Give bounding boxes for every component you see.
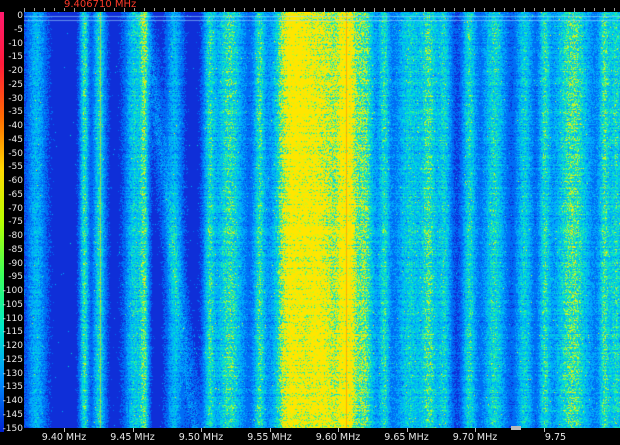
time-axis-label: -120: [2, 341, 23, 351]
time-axis-label: 0: [17, 11, 23, 21]
top-tick-mark: [464, 8, 465, 11]
top-tick-mark: [564, 8, 565, 11]
time-axis-label: -55: [8, 162, 23, 173]
top-tick-mark: [334, 8, 335, 11]
top-tick-mark: [64, 8, 65, 11]
top-tick-mark: [444, 8, 445, 11]
time-axis-label: -125: [2, 354, 23, 365]
top-tick-mark: [554, 8, 555, 11]
top-tick-mark: [584, 8, 585, 11]
time-axis-label: -90: [8, 258, 23, 269]
time-axis-label: -130: [2, 368, 23, 379]
frequency-axis-label: 9.60 MHz: [315, 432, 361, 443]
time-axis-label: -25: [8, 79, 23, 90]
top-tick-mark: [54, 8, 55, 11]
top-tick-mark: [234, 8, 235, 11]
time-axis-label: -105: [2, 299, 23, 310]
top-tick-mark: [604, 8, 605, 11]
time-axis-label: -135: [2, 382, 23, 393]
time-axis-label: -85: [8, 244, 23, 255]
top-tick-mark: [304, 8, 305, 11]
top-tick-mark: [164, 8, 165, 11]
time-axis-label: -20: [8, 66, 23, 76]
top-tick-mark: [264, 8, 265, 11]
top-tick-mark: [194, 8, 195, 11]
time-axis-label: -10: [8, 38, 23, 49]
top-tick-mark: [494, 8, 495, 11]
top-tick-mark: [414, 8, 415, 11]
top-tick-mark: [544, 8, 545, 11]
top-tick-mark: [284, 8, 285, 11]
time-axis-label: -45: [8, 134, 23, 145]
top-tick-mark: [514, 8, 515, 11]
frequency-scroll-thumb[interactable]: [511, 426, 521, 430]
sdr-waterfall-window: 9.406710 MHz 0 -5 -10 -15 -20 -25 -30 -35 -40 -45…: [0, 0, 620, 445]
top-tick-mark: [614, 8, 615, 11]
top-tick-mark: [134, 8, 135, 11]
top-tick-mark: [94, 8, 95, 11]
waterfall-display[interactable]: [24, 12, 620, 432]
top-tick-mark: [354, 8, 355, 11]
time-axis-label: -150: [2, 423, 23, 434]
top-tick-mark: [294, 8, 295, 11]
top-tick-mark: [84, 8, 85, 11]
top-tick-mark: [244, 8, 245, 11]
top-tick-mark: [394, 8, 395, 11]
top-tick-mark: [254, 8, 255, 11]
frequency-axis-label: 9.75: [544, 432, 567, 443]
top-tick-mark: [484, 8, 485, 11]
top-tick-mark: [404, 8, 405, 11]
time-axis-label: -30: [8, 93, 23, 104]
frequency-axis-label: 9.45 MHz: [110, 432, 155, 443]
top-tick-mark: [364, 8, 365, 11]
time-axis-label: -40: [8, 121, 23, 131]
time-axis-label: -5: [14, 24, 23, 35]
time-axis-label: -100: [2, 286, 23, 296]
top-tick-mark: [454, 8, 455, 11]
frequency-axis: 9.40 MHz 9.45 MHz 9.50 MHz 9.55 MHz 9.60 MHz…: [24, 428, 620, 445]
top-tick-mark: [144, 8, 145, 11]
frequency-axis-label: 9.40 MHz: [41, 432, 87, 443]
time-axis-label: -145: [2, 409, 23, 420]
time-axis-label: -65: [8, 189, 23, 200]
time-axis-label: -15: [8, 52, 23, 63]
frequency-axis-label: 9.50 MHz: [178, 432, 224, 443]
top-tick-mark: [314, 8, 315, 11]
time-axis-label: -95: [8, 272, 23, 283]
waterfall-canvas[interactable]: [24, 12, 620, 432]
frequency-axis-label: 9.70 MHz: [452, 432, 498, 443]
top-tick-mark: [384, 8, 385, 11]
time-axis-label: -115: [2, 327, 23, 338]
top-tick-mark: [534, 8, 535, 11]
top-tick-mark: [594, 8, 595, 11]
top-tick-mark: [44, 8, 45, 11]
time-axis: 0 -5 -10 -15 -20 -25 -30 -35 -40 -45 -50 -55 -60 -65 -…: [0, 11, 24, 434]
top-tick-mark: [214, 8, 215, 11]
top-tick-mark: [504, 8, 505, 11]
top-tick-mark: [184, 8, 185, 11]
top-tick-mark: [114, 8, 115, 11]
time-axis-label: -110: [2, 313, 23, 324]
top-tick-mark: [104, 8, 105, 11]
top-tick-mark: [204, 8, 205, 11]
frequency-axis-label: 9.55 MHz: [247, 432, 292, 443]
frequency-axis-label: 9.65 MHz: [384, 432, 429, 443]
time-axis-label: -35: [8, 107, 23, 118]
time-axis-label: -70: [8, 203, 23, 214]
top-tick-mark: [154, 8, 155, 11]
time-axis-label: -75: [8, 217, 23, 228]
time-axis-label: -140: [2, 396, 23, 406]
top-tick-mark: [434, 8, 435, 11]
time-axis-label: -80: [8, 231, 23, 241]
top-tick-mark: [34, 8, 35, 11]
top-tick-mark: [344, 8, 345, 11]
time-axis-label: -50: [8, 148, 23, 159]
time-axis-label: -60: [8, 176, 23, 186]
